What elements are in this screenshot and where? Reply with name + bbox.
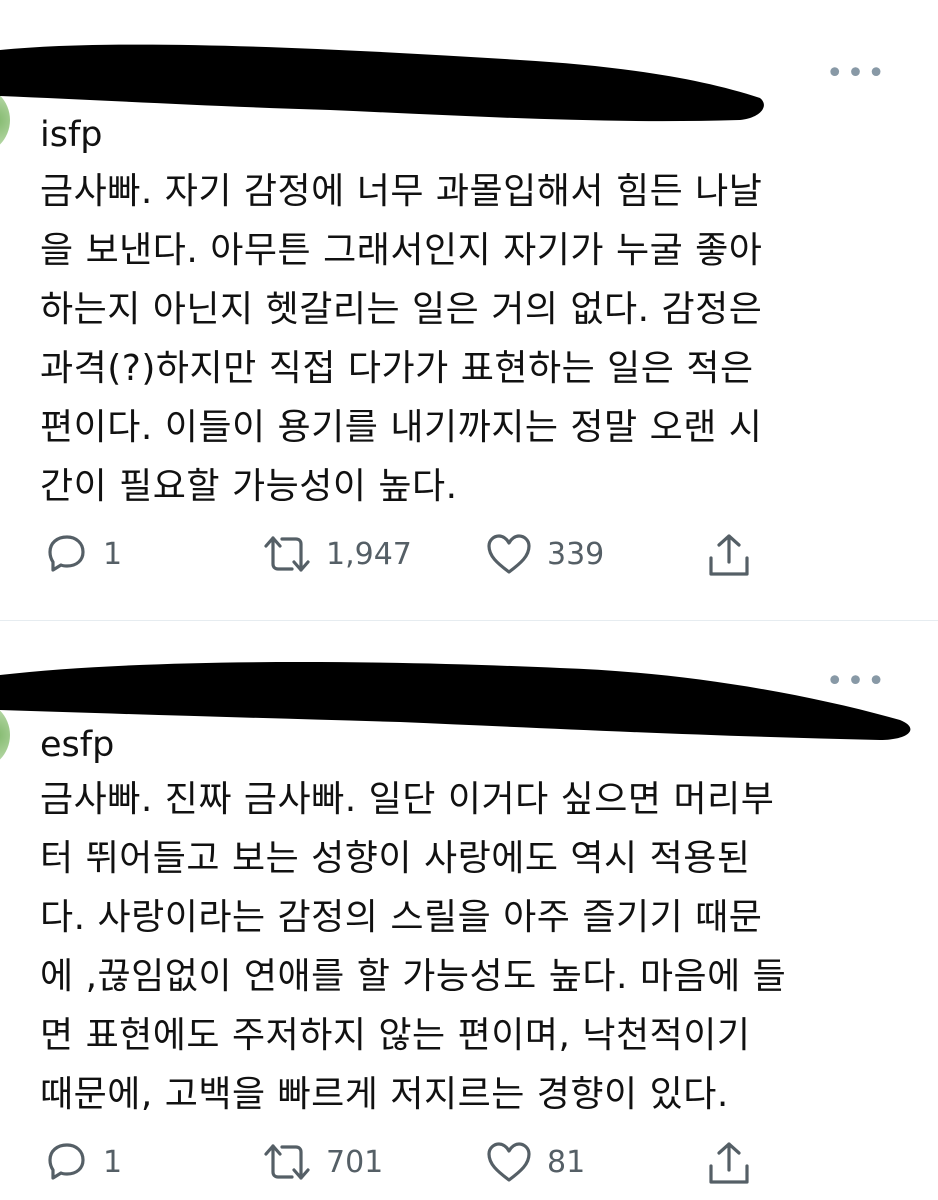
redaction-mark: [0, 662, 911, 740]
like-count: 81: [547, 1144, 586, 1180]
more-options-icon[interactable]: •••: [826, 667, 888, 697]
action-bar: 1 701 81: [0, 1140, 938, 1190]
user-handle[interactable]: esfp: [40, 725, 114, 765]
text-line: 에 ,끊임없이 연애를 할 가능성도 높다. 마음에 들: [40, 956, 787, 997]
text-line: 금사빠. 진짜 금사빠. 일단 이거다 싶으면 머리부: [40, 779, 775, 820]
tweet-2[interactable]: ••• esfp 금사빠. 진짜 금사빠. 일단 이거다 싶으면 머리부 터 뛰…: [0, 0, 938, 1184]
text-line: 터 뛰어들고 보는 성향이 사랑에도 역시 적용된: [40, 838, 751, 879]
tweet-text: 금사빠. 진짜 금사빠. 일단 이거다 싶으면 머리부 터 뛰어들고 보는 성향…: [40, 770, 903, 1124]
share-icon: [709, 1142, 749, 1184]
tweet-divider: [0, 620, 938, 621]
like-icon: [487, 1142, 531, 1182]
text-line: 다. 사랑이라는 감정의 스릴을 아주 즐기기 때문: [40, 897, 763, 938]
reply-icon: [48, 1143, 85, 1180]
retweet-button[interactable]: 701: [262, 1140, 383, 1184]
text-line: 때문에, 고백을 빠르게 저지르는 경향이 있다.: [40, 1074, 729, 1115]
retweet-count: 701: [326, 1144, 384, 1180]
reply-count: 1: [103, 1144, 123, 1180]
reply-button[interactable]: 1: [45, 1140, 122, 1184]
share-button[interactable]: [705, 1140, 753, 1188]
text-line: 면 표현에도 주저하지 않는 편이며, 낙천적이기: [40, 1015, 751, 1056]
retweet-icon: [264, 1144, 310, 1180]
like-button[interactable]: 81: [485, 1140, 585, 1184]
